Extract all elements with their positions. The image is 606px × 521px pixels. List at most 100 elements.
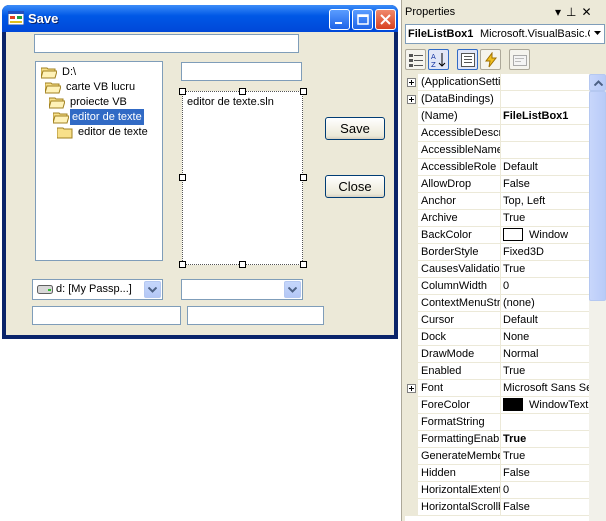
minimize-button[interactable] <box>329 9 350 30</box>
property-row[interactable]: BorderStyle Fixed3D <box>405 244 589 261</box>
close-button[interactable]: Close <box>325 175 385 198</box>
property-value[interactable]: False <box>503 499 589 516</box>
sort-az-icon: AZ <box>431 53 446 68</box>
property-value[interactable] <box>503 91 589 108</box>
property-value[interactable]: True <box>503 261 589 278</box>
property-row[interactable]: ForeColor WindowText <box>405 397 589 414</box>
property-pages-button[interactable] <box>509 49 530 70</box>
close-icon[interactable]: ✕ <box>581 5 596 19</box>
property-row[interactable]: HorizontalScrollb False <box>405 499 589 516</box>
bottom-right-textbox[interactable] <box>187 306 324 325</box>
filter-dropdown-button[interactable] <box>284 281 301 298</box>
property-value[interactable] <box>503 142 589 159</box>
property-value[interactable]: (none) <box>503 295 589 312</box>
file-listbox[interactable]: editor de texte.sln <box>182 91 303 265</box>
property-row[interactable]: DrawMode Normal <box>405 346 589 363</box>
property-row[interactable]: ContextMenuStr (none) <box>405 295 589 312</box>
property-value[interactable]: Normal <box>503 346 589 363</box>
expand-plus-icon[interactable] <box>407 95 416 104</box>
property-value[interactable]: False <box>503 465 589 482</box>
property-row[interactable]: ColumnWidth 0 <box>405 278 589 295</box>
property-row[interactable]: (ApplicationSetti <box>405 74 589 91</box>
scroll-up-button[interactable] <box>589 74 606 91</box>
drive-combobox[interactable]: d: [My Passp...] <box>32 279 163 300</box>
object-selector[interactable]: FileListBox1 Microsoft.VisualBasic.C <box>405 24 605 44</box>
property-value[interactable]: Default <box>503 312 589 329</box>
title-bar[interactable]: Save <box>2 5 398 32</box>
property-row[interactable]: CausesValidation True <box>405 261 589 278</box>
property-value[interactable]: Default <box>503 159 589 176</box>
resize-handle[interactable] <box>300 261 307 268</box>
property-row[interactable]: HorizontalExtent 0 <box>405 482 589 499</box>
property-value[interactable]: True <box>503 363 589 380</box>
events-button[interactable] <box>480 49 501 70</box>
property-value[interactable] <box>503 125 589 142</box>
property-row[interactable]: AllowDrop False <box>405 176 589 193</box>
property-row[interactable]: AccessibleRole Default <box>405 159 589 176</box>
property-value[interactable]: False <box>503 176 589 193</box>
property-row[interactable]: GenerateMembe True <box>405 448 589 465</box>
property-value[interactable]: None <box>503 329 589 346</box>
file-list-item[interactable]: editor de texte.sln <box>187 96 274 108</box>
property-value[interactable]: FileListBox1 <box>503 108 589 125</box>
property-grid-scrollbar[interactable] <box>589 74 606 521</box>
property-row[interactable]: (DataBindings) <box>405 91 589 108</box>
resize-handle[interactable] <box>239 88 246 95</box>
property-row[interactable]: Cursor Default <box>405 312 589 329</box>
property-value[interactable]: WindowText <box>503 397 589 414</box>
property-value[interactable]: Microsoft Sans Se <box>503 380 589 397</box>
property-row[interactable]: AccessibleDescri <box>405 125 589 142</box>
drive-dropdown-button[interactable] <box>144 281 161 298</box>
save-button[interactable]: Save <box>325 117 385 140</box>
property-value[interactable]: 0 <box>503 482 589 499</box>
property-value[interactable] <box>503 74 589 91</box>
property-value[interactable]: True <box>503 448 589 465</box>
properties-header: Properties ▾⊥✕ <box>402 3 606 22</box>
resize-handle[interactable] <box>179 174 186 181</box>
resize-handle[interactable] <box>300 88 307 95</box>
filter-combobox[interactable] <box>181 279 303 300</box>
property-value[interactable]: True <box>503 210 589 227</box>
property-row[interactable]: Anchor Top, Left <box>405 193 589 210</box>
directory-listbox[interactable]: D:\ carte VB lucru proiecte VB editor de… <box>35 61 163 261</box>
maximize-button[interactable] <box>352 9 373 30</box>
resize-handle[interactable] <box>239 261 246 268</box>
filename-textbox[interactable] <box>181 62 302 81</box>
expand-plus-icon[interactable] <box>407 384 416 393</box>
row-gutter <box>405 261 418 278</box>
minimize-icon <box>335 22 342 24</box>
property-row[interactable]: FormatString <box>405 414 589 431</box>
pin-icon[interactable]: ⊥ <box>566 5 581 19</box>
dropdown-icon[interactable]: ▾ <box>555 5 566 19</box>
property-row[interactable]: Font Microsoft Sans Se <box>405 380 589 397</box>
categorized-button[interactable] <box>405 49 426 70</box>
property-value[interactable]: Top, Left <box>503 193 589 210</box>
alphabetical-button[interactable]: AZ <box>428 49 449 70</box>
property-grid[interactable]: (ApplicationSetti (DataBindings) (Name) Fil… <box>405 74 589 521</box>
expand-plus-icon[interactable] <box>407 78 416 87</box>
property-value[interactable]: Fixed3D <box>503 244 589 261</box>
property-row[interactable]: (Name) FileListBox1 <box>405 108 589 125</box>
resize-handle[interactable] <box>300 174 307 181</box>
path-textbox[interactable] <box>34 34 299 53</box>
property-row[interactable]: BackColor Window <box>405 227 589 244</box>
tree-item-selected[interactable]: editor de texte <box>39 109 145 125</box>
property-value[interactable] <box>503 414 589 431</box>
properties-view-button[interactable] <box>457 49 478 70</box>
property-row[interactable]: Dock None <box>405 329 589 346</box>
property-value[interactable]: Window <box>503 227 589 244</box>
bottom-left-textbox[interactable] <box>32 306 181 325</box>
scroll-thumb[interactable] <box>589 91 606 301</box>
property-row[interactable]: Enabled True <box>405 363 589 380</box>
property-value[interactable]: True <box>503 431 589 448</box>
row-gutter <box>405 244 418 261</box>
row-gutter <box>405 278 418 295</box>
property-row[interactable]: Archive True <box>405 210 589 227</box>
resize-handle[interactable] <box>179 88 186 95</box>
resize-handle[interactable] <box>179 261 186 268</box>
close-window-button[interactable] <box>375 9 396 30</box>
property-row[interactable]: AccessibleName <box>405 142 589 159</box>
property-row[interactable]: FormattingEnabl True <box>405 431 589 448</box>
property-value[interactable]: 0 <box>503 278 589 295</box>
property-row[interactable]: Hidden False <box>405 465 589 482</box>
